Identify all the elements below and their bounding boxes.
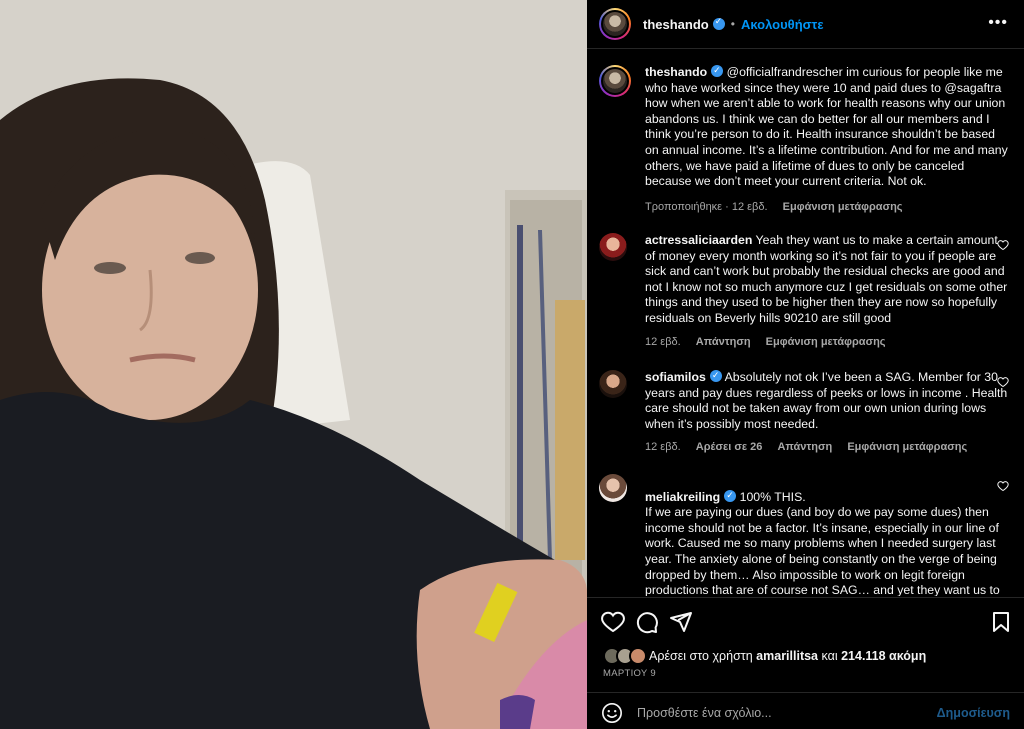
- comment: actressaliciaarden Yeah they want us to …: [599, 233, 1009, 348]
- post-side-panel: theshando • Ακολουθήστε ••• theshando @o…: [587, 0, 1024, 729]
- comment-input[interactable]: Προσθέστε ένα σχόλιο...: [637, 706, 772, 720]
- author-avatar[interactable]: [599, 8, 631, 40]
- commenter-avatar[interactable]: [599, 370, 627, 398]
- likes-prefix: Αρέσει στο χρήστη: [649, 649, 753, 663]
- caption-avatar[interactable]: [599, 65, 631, 97]
- post-date[interactable]: ΜΑΡΤΙΟΥ 9: [603, 668, 656, 679]
- verified-badge-icon: [711, 63, 724, 79]
- comment-bubble-icon[interactable]: [635, 610, 659, 634]
- comment: meliakreiling 100% THIS. If we are payin…: [599, 474, 1009, 596]
- likes-count[interactable]: 214.118 ακόμη: [841, 649, 926, 663]
- emoji-icon[interactable]: [601, 702, 623, 724]
- author-username[interactable]: theshando: [643, 17, 709, 32]
- translation-link[interactable]: Εμφάνιση μετάφρασης: [766, 336, 886, 348]
- likes-user[interactable]: amarillitsa: [756, 649, 818, 663]
- translation-link[interactable]: Εμφάνιση μετάφρασης: [847, 441, 967, 453]
- follow-button[interactable]: Ακολουθήστε: [741, 17, 824, 32]
- share-paper-plane-icon[interactable]: [669, 610, 693, 634]
- verified-badge-icon: [724, 488, 737, 503]
- comment-username[interactable]: sofiamilos: [645, 370, 706, 384]
- post-actions: Αρέσει στο χρήστη amarillitsa και 214.11…: [587, 597, 1024, 691]
- like-comment-heart-icon[interactable]: [997, 480, 1009, 492]
- comment-username[interactable]: meliakreiling: [645, 490, 720, 504]
- verified-badge-icon: [709, 368, 722, 384]
- add-comment-bar: Προσθέστε ένα σχόλιο... Δημοσίευση: [587, 692, 1024, 729]
- like-comment-heart-icon[interactable]: [997, 239, 1009, 251]
- save-bookmark-icon[interactable]: [989, 610, 1013, 634]
- comments-list[interactable]: theshando @officialfrandrescher im curio…: [587, 50, 1024, 596]
- caption-translation-link[interactable]: Εμφάνιση μετάφρασης: [783, 201, 903, 213]
- likes-and: και: [821, 649, 838, 663]
- separator-dot: •: [730, 17, 735, 31]
- commenter-avatar[interactable]: [599, 474, 627, 502]
- likes-summary[interactable]: Αρέσει στο χρήστη amarillitsa και 214.11…: [603, 647, 926, 665]
- post-comment-button[interactable]: Δημοσίευση: [937, 706, 1010, 720]
- like-heart-icon[interactable]: [601, 610, 625, 634]
- comment-time: 12 εβδ.: [645, 441, 681, 454]
- verified-badge-icon: [712, 16, 725, 30]
- selfie-image: [0, 0, 587, 729]
- caption: theshando @officialfrandrescher im curio…: [599, 63, 1009, 213]
- comment: sofiamilos Absolutely not ok I’ve been a…: [599, 368, 1009, 454]
- caption-username[interactable]: theshando: [645, 65, 707, 79]
- caption-text: @officialfrandrescher im curious for peo…: [645, 65, 1008, 189]
- like-comment-heart-icon[interactable]: [997, 376, 1009, 388]
- comment-username[interactable]: actressaliciaarden: [645, 233, 752, 247]
- reply-button[interactable]: Απάντηση: [777, 441, 832, 453]
- comment-text: 100% THIS. If we are paying our dues (an…: [645, 489, 1000, 596]
- commenter-avatar[interactable]: [599, 233, 627, 261]
- comment-time: 12 εβδ.: [645, 335, 681, 348]
- caption-edited: Τροποποιήθηκε · 12 εβδ.: [645, 200, 768, 213]
- more-options-icon[interactable]: •••: [988, 14, 1008, 32]
- reply-button[interactable]: Απάντηση: [696, 336, 751, 348]
- post-header: theshando • Ακολουθήστε •••: [587, 0, 1024, 49]
- comment-likes[interactable]: Αρέσει σε 26: [696, 441, 763, 453]
- post-photo[interactable]: [0, 0, 587, 729]
- liker-avatars: [603, 647, 649, 665]
